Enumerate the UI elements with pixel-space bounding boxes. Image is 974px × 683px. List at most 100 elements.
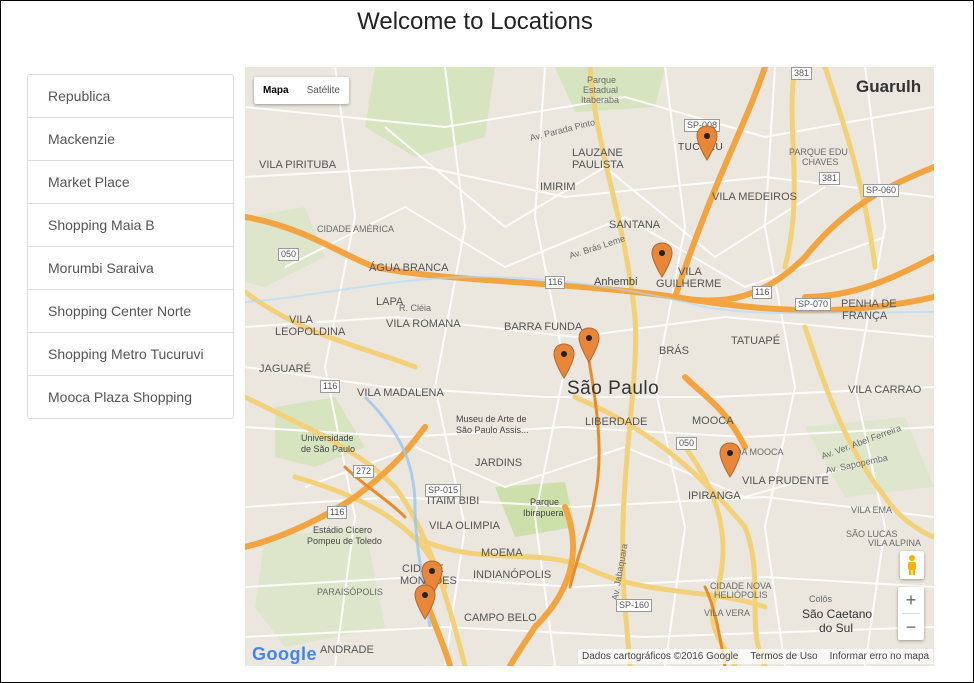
map-label-vila-prudente: VILA PRUDENTE: [742, 475, 829, 487]
map-label-vila-vera: VILA VERA: [704, 608, 751, 618]
road-badge-116: 116: [320, 380, 341, 393]
google-logo[interactable]: Google: [252, 644, 317, 665]
map-label-vila-guilherme: VILA: [678, 266, 702, 278]
road-badge-116: 116: [752, 286, 773, 299]
map-attribution: Dados cartográficos ©2016 Google Termos …: [578, 649, 934, 664]
location-item-shopping-center-norte[interactable]: Shopping Center Norte: [28, 290, 233, 333]
terms-link[interactable]: Termos de Uso: [750, 651, 817, 662]
map-label-vila-madalena: VILA MADALENA: [357, 387, 444, 399]
map-type-control: Mapa Satélite: [254, 77, 349, 104]
attribution-data: Dados cartográficos ©2016 Google: [582, 651, 739, 662]
map-marker-morumbi[interactable]: [414, 584, 436, 620]
map-label-parque-ibirapuera-2: Ibirapuera: [523, 508, 564, 518]
zoom-control: + −: [898, 587, 924, 640]
report-error-link[interactable]: Informar erro no mapa: [830, 651, 930, 662]
map-label-parque-edu-2: CHAVES: [802, 157, 839, 167]
map-label-vila-romana: VILA ROMANA: [386, 318, 461, 330]
location-item-market-place[interactable]: Market Place: [28, 161, 233, 204]
map-marker-icon: [696, 125, 718, 161]
road-badge-sp160: SP-160: [616, 599, 653, 612]
map-label-indianopolis: INDIANÓPOLIS: [473, 569, 552, 581]
map-label-agua-branca: ÁGUA BRANCA: [369, 262, 449, 274]
road-badge-272: 272: [353, 465, 375, 478]
map-label-tatuape: TATUAPÉ: [731, 335, 781, 347]
map-label-paraisopolis: PARAISÓPOLIS: [317, 587, 383, 597]
map-label-bras: BRÁS: [659, 345, 689, 357]
map-label-barra-funda: BARRA FUNDA: [504, 321, 583, 333]
map-marker-icon: [651, 242, 673, 278]
map-label-universidade: Universidade: [301, 433, 354, 443]
map-label-parque-estadual: Parque: [587, 75, 617, 85]
road-badge-116: 116: [545, 276, 566, 289]
location-item-republica[interactable]: Republica: [28, 75, 233, 118]
map-label-r-cleia: R. Cléia: [399, 303, 432, 313]
map-marker-mooca-plaza[interactable]: [719, 442, 741, 478]
map-label-sao-caetano: São Caetano: [802, 607, 873, 621]
map-marker-mackenzie[interactable]: [578, 327, 600, 363]
map-marker-icon: [578, 327, 600, 363]
map-marker-icon: [553, 343, 575, 379]
road-badge-381: 381: [791, 67, 813, 80]
location-item-mackenzie[interactable]: Mackenzie: [28, 118, 233, 161]
map-label-vila-carrao: VILA CARRAO: [848, 384, 922, 396]
map-marker-icon: [719, 442, 741, 478]
road-badge-sp015: SP-015: [425, 484, 462, 497]
map-label-campo-belo: CAMPO BELO: [464, 612, 537, 624]
map-label-mooca: MOOCA: [692, 415, 734, 427]
map-type-map-button[interactable]: Mapa: [254, 77, 298, 104]
map-label-jaguare: JAGUARÉ: [259, 363, 311, 375]
map-label-sao-caetano-2: do Sul: [819, 621, 854, 635]
map-label-santana: SANTANA: [609, 219, 661, 231]
map-label-vila-alpina: VILA ALPINA: [868, 538, 922, 548]
map-type-satellite-button[interactable]: Satélite: [298, 77, 349, 104]
location-list: Republica Mackenzie Market Place Shoppin…: [27, 74, 234, 419]
map-marker-republica[interactable]: [553, 343, 575, 379]
google-logo-text: Google: [252, 644, 317, 664]
map-label-moema: MOEMA: [481, 547, 523, 559]
map-marker-center-norte[interactable]: [651, 242, 673, 278]
map-label-parque-ibirapuera: Parque: [530, 497, 560, 507]
map-label-vila-leopoldina: VILA: [289, 314, 313, 326]
map-label-lauzane: LAUZANE: [572, 147, 623, 159]
map-label-estadio: Estádio Cícero: [313, 525, 373, 535]
map-label-vila-olimpia: VILA OLIMPIA: [429, 520, 500, 532]
map-label-parque-estadual-3: Itaberaba: [581, 95, 620, 105]
location-item-mooca-plaza-shopping[interactable]: Mooca Plaza Shopping: [28, 376, 233, 418]
map-label-universidade-2: de São Paulo: [301, 444, 356, 454]
road-badge-050: 050: [278, 248, 300, 261]
street-view-pegman[interactable]: [900, 551, 924, 579]
map-label-vila-leopoldina-2: LEOPOLDINA: [275, 326, 346, 338]
map-label-andrade: ANDRADE: [320, 644, 374, 656]
location-item-shopping-maia-b[interactable]: Shopping Maia B: [28, 204, 233, 247]
map-label-museu: Museu de Arte de: [456, 414, 527, 424]
map-label-museu-2: São Paulo Assis...: [456, 425, 529, 435]
map-label-anhembi: Anhembi: [594, 276, 638, 288]
map-label-vila-pirituba: VILA PIRITUBA: [259, 159, 337, 171]
map-label-cidade-america: CIDADE AMÉRICA: [317, 224, 395, 234]
map-label-penha: PENHA DE: [841, 298, 897, 310]
map-label-vila-medeiros: VILA MEDEIROS: [712, 191, 797, 203]
map-label-vila-guilherme-2: GUILHERME: [656, 278, 722, 290]
location-item-morumbi-saraiva[interactable]: Morumbi Saraiva: [28, 247, 233, 290]
road-badge-sp060: SP-060: [863, 184, 900, 197]
location-item-shopping-metro-tucuruvi[interactable]: Shopping Metro Tucuruvi: [28, 333, 233, 376]
map-label-parque-edu: PARQUE EDU: [789, 147, 848, 157]
map-canvas[interactable]: Guarulh Parque Estadual Itaberaba TUCURU…: [245, 67, 934, 666]
page-title: Welcome to Locations: [357, 8, 593, 35]
map-label-ipiranga: IPIRANGA: [688, 490, 741, 502]
pegman-icon: [908, 555, 916, 575]
zoom-in-button[interactable]: +: [898, 587, 924, 613]
map-label-jardins: JARDINS: [475, 457, 523, 469]
map-label-liberdade: LIBERDADE: [585, 416, 648, 428]
map-marker-icon: [414, 584, 436, 620]
road-badge-381: 381: [819, 172, 841, 185]
map-label-parque-estadual-2: Estadual: [583, 85, 619, 95]
zoom-out-button[interactable]: −: [898, 614, 924, 640]
map-label-paulista: PAULISTA: [572, 159, 624, 171]
map-label-vila-ema: VILA EMA: [851, 505, 893, 515]
road-badge-sp070: SP-070: [795, 298, 832, 311]
map-label-sao-paulo: São Paulo: [567, 378, 660, 399]
map-marker-tucuruvi[interactable]: [696, 125, 718, 161]
map-label-estadio-2: Pompeu de Toledo: [307, 536, 382, 546]
map-label-penha-2: FRANÇA: [842, 310, 888, 322]
